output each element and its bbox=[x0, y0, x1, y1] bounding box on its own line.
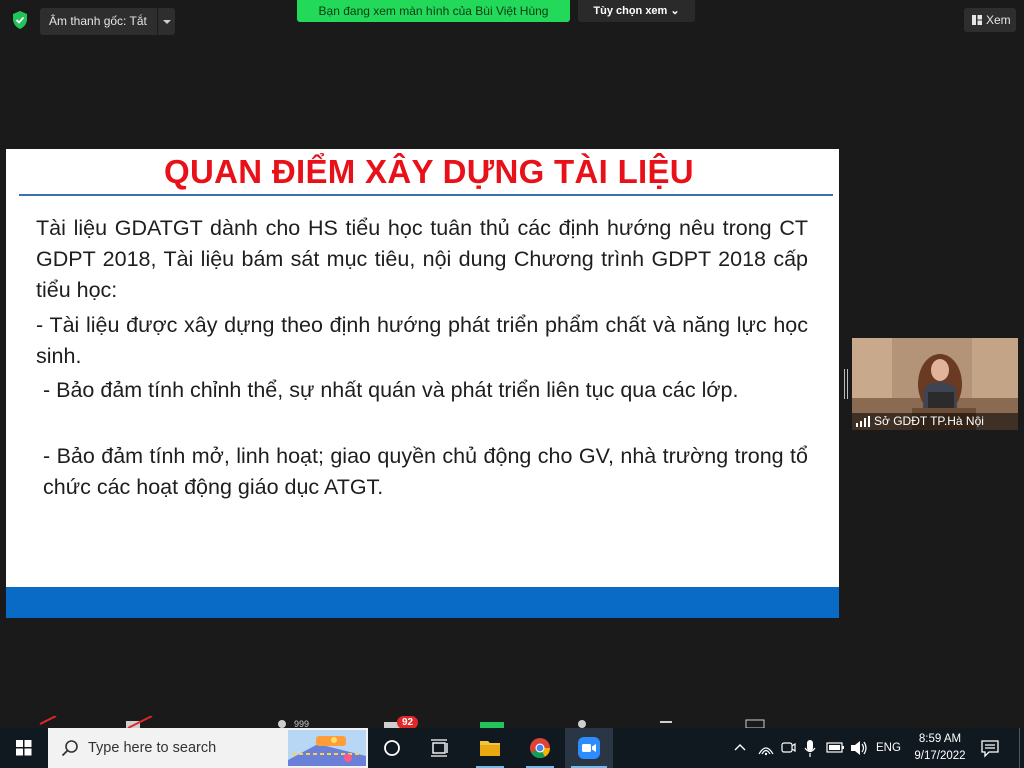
slide-paragraph-intro: Tài liệu GDATGT dành cho HS tiểu học tuâ… bbox=[36, 216, 808, 302]
slide-bullet-3: - Bảo đảm tính mở, linh hoạt; giao quyền… bbox=[43, 444, 808, 499]
cortana-icon bbox=[384, 740, 400, 756]
slide-bullet-2: - Bảo đảm tính chỉnh thể, sự nhất quán v… bbox=[43, 378, 739, 402]
slide-title: QUAN ĐIỂM XÂY DỰNG TÀI LIỆU bbox=[164, 153, 694, 190]
title-divider bbox=[19, 194, 833, 196]
meet-now-icon[interactable] bbox=[778, 728, 798, 768]
zoom-icon bbox=[578, 737, 600, 759]
search-placeholder: Type here to search bbox=[88, 740, 217, 756]
cortana-button[interactable] bbox=[368, 728, 416, 768]
task-view-button[interactable] bbox=[416, 728, 464, 768]
clock-time: 8:59 AM bbox=[918, 733, 962, 745]
microphone-icon[interactable] bbox=[800, 728, 820, 768]
start-button[interactable] bbox=[0, 728, 48, 768]
network-icon[interactable] bbox=[756, 728, 776, 768]
taskbar-clock[interactable]: 8:59 AM 9/17/2022 bbox=[906, 731, 974, 765]
windows-taskbar: Type here to search ENG 8:59 AM 9/17/202… bbox=[0, 728, 1024, 768]
notification-icon[interactable] bbox=[980, 738, 1000, 758]
zoom-app-button[interactable] bbox=[565, 728, 613, 768]
view-grid-icon bbox=[972, 15, 982, 25]
clock-date: 9/17/2022 bbox=[914, 750, 966, 762]
chevron-down-icon[interactable] bbox=[158, 8, 175, 35]
shared-slide: QUAN ĐIỂM XÂY DỰNG TÀI LIỆU Tài liệu GDA… bbox=[6, 149, 839, 618]
original-audio-button[interactable]: Âm thanh gốc: Tắt bbox=[40, 8, 157, 35]
view-button[interactable]: Xem bbox=[964, 8, 1016, 32]
view-button-label: Xem bbox=[986, 13, 1011, 27]
view-options-button[interactable]: Tùy chọn xem ⌄ bbox=[578, 0, 695, 22]
task-view-icon bbox=[431, 739, 448, 757]
signal-bars-icon bbox=[856, 416, 870, 427]
slide-bullet-1: - Tài liệu được xây dựng theo định hướng… bbox=[36, 313, 808, 368]
meeting-toolbar-peek: 999 bbox=[39, 716, 765, 728]
participant-name-label: Sở GDĐT TP.Hà Nội bbox=[852, 413, 1018, 430]
splitter-handle[interactable] bbox=[844, 369, 848, 399]
chevron-up-icon[interactable] bbox=[730, 728, 750, 768]
battery-icon[interactable] bbox=[824, 728, 846, 768]
show-desktop-button[interactable] bbox=[1019, 728, 1020, 768]
volume-icon[interactable] bbox=[848, 728, 870, 768]
slide-footer-bar bbox=[6, 587, 839, 618]
search-icon bbox=[61, 740, 78, 757]
chrome-icon bbox=[530, 738, 551, 759]
search-highlight-art[interactable] bbox=[288, 730, 366, 766]
file-explorer-icon bbox=[480, 741, 500, 756]
input-language[interactable]: ENG bbox=[876, 728, 901, 768]
chrome-button[interactable] bbox=[516, 728, 564, 768]
file-explorer-button[interactable] bbox=[466, 728, 514, 768]
svg-text:999: 999 bbox=[294, 719, 309, 728]
shield-icon[interactable] bbox=[12, 11, 28, 29]
windows-logo-icon bbox=[16, 740, 32, 756]
screen-share-banner: Bạn đang xem màn hình của Bùi Việt Hùng bbox=[297, 0, 570, 22]
